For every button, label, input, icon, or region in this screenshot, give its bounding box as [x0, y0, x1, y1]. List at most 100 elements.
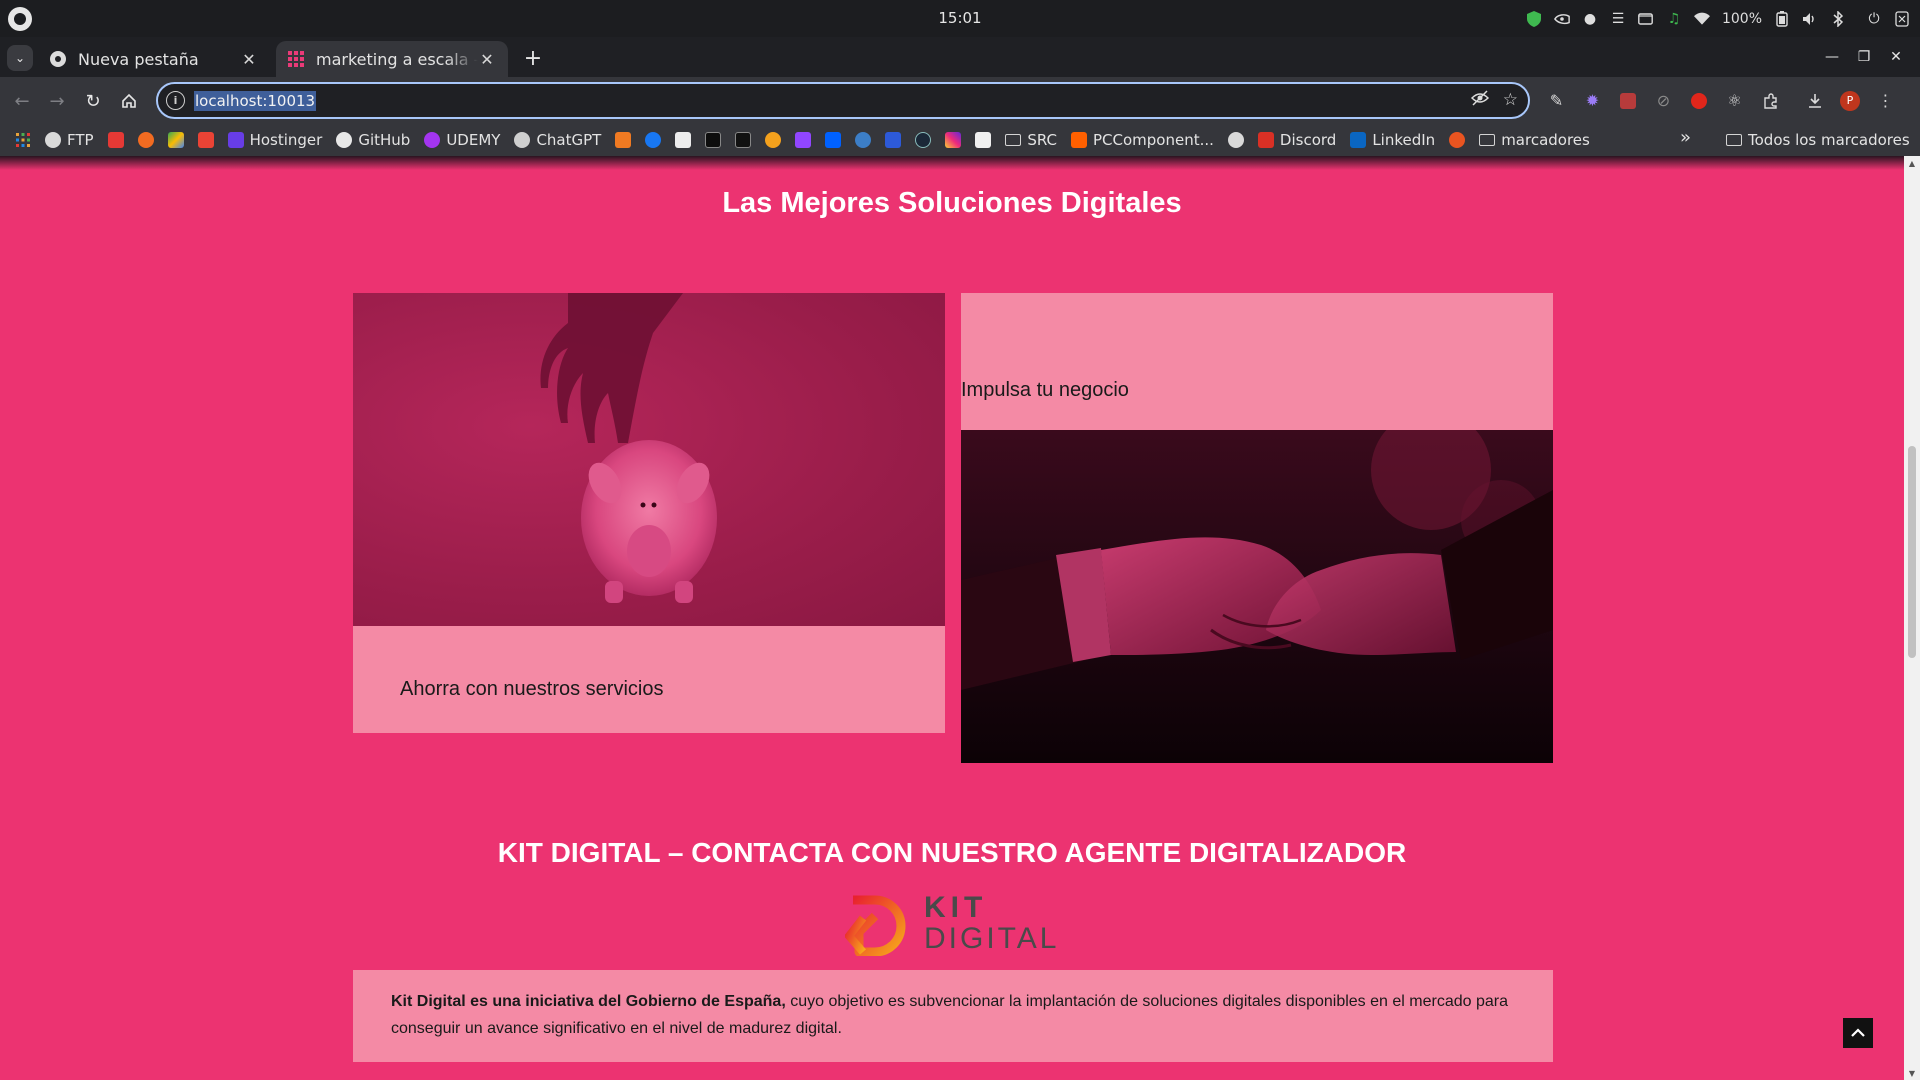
tab-marketing[interactable]: marketing a escala – So ✕: [276, 41, 508, 77]
volume-icon[interactable]: [1802, 11, 1818, 27]
record-dot-icon[interactable]: ●: [1582, 11, 1598, 27]
steam-icon: [915, 132, 932, 148]
bookmark-gmail[interactable]: [195, 127, 217, 153]
new-tab-button[interactable]: +: [520, 45, 546, 71]
bookmark-star-icon[interactable]: ☆: [1503, 90, 1518, 111]
url-text[interactable]: localhost:10013: [194, 91, 317, 111]
eyedropper-extension-icon[interactable]: ✎: [1544, 88, 1569, 113]
amazon-icon: [975, 132, 992, 148]
bookmark-src[interactable]: SRC: [1002, 127, 1060, 153]
scroll-down-arrow-icon[interactable]: ▼: [1904, 1066, 1920, 1080]
puzzle-extensions-icon[interactable]: [1758, 88, 1783, 113]
profile-avatar[interactable]: P: [1840, 90, 1860, 111]
bookmark-m[interactable]: [612, 127, 634, 153]
bookmark-udemy[interactable]: UDEMY: [421, 127, 503, 153]
folder-icon: [1005, 134, 1022, 146]
bookmark-steam[interactable]: [912, 127, 934, 153]
logout-icon[interactable]: [1894, 10, 1910, 27]
kit-logo-text-kit: KIT: [924, 891, 988, 924]
power-icon[interactable]: ⏻: [1866, 11, 1882, 27]
bookmark-discord[interactable]: Discord: [1255, 127, 1339, 153]
hand-extension-icon[interactable]: [1691, 92, 1707, 109]
bookmark-instagram[interactable]: [942, 127, 964, 153]
scrollbar-thumb[interactable]: [1908, 446, 1916, 658]
menu-lines-icon[interactable]: ☰: [1610, 11, 1626, 27]
wifi-icon[interactable]: [1693, 11, 1710, 27]
bookmark-facebook[interactable]: [642, 127, 664, 153]
battery-percentage[interactable]: 100%: [1722, 11, 1762, 27]
bookmarks-overflow-button[interactable]: »: [1680, 127, 1691, 148]
scroll-up-arrow-icon[interactable]: ▲: [1904, 156, 1920, 170]
bookmark-chatgpt[interactable]: ChatGPT: [511, 127, 604, 153]
bookmark-marcadores[interactable]: marcadores: [1476, 127, 1593, 153]
window-controls: — ❐ ✕: [1816, 43, 1912, 71]
notification-bell-icon[interactable]: ♫: [1666, 11, 1682, 27]
save-caption-box: Ahorra con nuestros servicios: [353, 626, 945, 733]
browser-menu-icon[interactable]: ⋮: [1873, 88, 1898, 113]
extensions-row: ✎ ✹ ⊘ ⚛ P ⋮: [1544, 88, 1898, 113]
facebook-icon: [645, 132, 662, 148]
bookmark-u[interactable]: [882, 127, 904, 153]
bookmark-twitch[interactable]: [792, 127, 814, 153]
forward-button[interactable]: →: [43, 87, 71, 115]
globe-icon: [45, 132, 61, 148]
page-scrollbar[interactable]: ▲ ▼: [1904, 156, 1920, 1080]
red-extension-icon[interactable]: [1620, 92, 1636, 109]
bookmark-dropbox[interactable]: [822, 127, 844, 153]
globe-icon: [1227, 132, 1244, 148]
tab-search-menu-button[interactable]: ⌄: [7, 45, 33, 71]
bluetooth-icon[interactable]: [1830, 10, 1846, 27]
home-button[interactable]: [115, 87, 143, 115]
compass-extension-icon[interactable]: ⊘: [1651, 88, 1676, 113]
kit-digital-description: Kit Digital es una iniciativa del Gobier…: [391, 988, 1521, 1042]
twitch-icon: [795, 132, 812, 148]
browser-toolbar: ← → ↻ i localhost:10013 ☆ ✎ ✹ ⊘ ⚛ P ⋮: [0, 77, 1920, 124]
bookmark-hostinger[interactable]: Hostinger: [225, 127, 326, 153]
kit-digital-heading: KIT DIGITAL – CONTACTA CON NUESTRO AGENT…: [497, 837, 1407, 868]
bookmark-ubuntu[interactable]: [1446, 127, 1468, 153]
site-info-icon[interactable]: i: [166, 91, 185, 110]
tab-nueva-pestana[interactable]: Nueva pestaña ✕: [38, 41, 270, 77]
bookmark-label: UDEMY: [446, 131, 501, 149]
adidas-icon: [735, 132, 752, 148]
tab-close-icon[interactable]: ✕: [478, 50, 496, 69]
restore-button[interactable]: ❐: [1848, 43, 1880, 71]
bookmark-globe[interactable]: [1225, 127, 1247, 153]
shield-icon[interactable]: [1526, 10, 1542, 27]
minimize-button[interactable]: —: [1816, 43, 1848, 71]
scroll-to-top-button[interactable]: [1843, 1018, 1873, 1048]
files-icon[interactable]: [1638, 11, 1654, 27]
react-extension-icon[interactable]: ⚛: [1722, 88, 1747, 113]
bookmark-drive[interactable]: [165, 127, 187, 153]
bookmark-orange[interactable]: [762, 127, 784, 153]
bookmark-label: GitHub: [358, 131, 411, 149]
bookmark-github[interactable]: GitHub: [333, 127, 413, 153]
os-logo-icon[interactable]: [8, 7, 32, 31]
bookmark-brave[interactable]: [135, 127, 157, 153]
bookmark-adidas[interactable]: [732, 127, 754, 153]
bookmark-label: FTP: [67, 131, 94, 149]
gear-extension-icon[interactable]: ✹: [1580, 88, 1605, 113]
reload-button[interactable]: ↻: [79, 87, 107, 115]
nvidia-icon[interactable]: [1553, 11, 1570, 27]
bookmark-linkedin[interactable]: LinkedIn: [1347, 127, 1438, 153]
all-bookmarks-button[interactable]: Todos los marcadores: [1726, 127, 1910, 153]
bookmark-amazon[interactable]: [972, 127, 994, 153]
battery-icon[interactable]: [1774, 10, 1790, 27]
address-bar[interactable]: i localhost:10013 ☆: [156, 82, 1530, 119]
back-button[interactable]: ←: [8, 87, 36, 115]
download-icon[interactable]: [1802, 88, 1827, 113]
folder-icon: [1726, 134, 1742, 146]
bookmark-youtube[interactable]: [105, 127, 127, 153]
close-window-button[interactable]: ✕: [1880, 43, 1912, 71]
bookmark-wordpress[interactable]: [852, 127, 874, 153]
kit-description-bold: Kit Digital es una iniciativa del Gobier…: [391, 993, 786, 1010]
tab-close-icon[interactable]: ✕: [240, 50, 258, 69]
bookmark-pccomponentes[interactable]: PCComponent...: [1068, 127, 1217, 153]
bookmark-ghost[interactable]: [672, 127, 694, 153]
bookmark-ftp[interactable]: FTP: [42, 127, 97, 153]
bookmark-label: marcadores: [1501, 131, 1590, 149]
apps-grid-icon[interactable]: [12, 127, 34, 153]
bookmark-x[interactable]: [702, 127, 724, 153]
eye-off-icon[interactable]: [1470, 90, 1489, 111]
